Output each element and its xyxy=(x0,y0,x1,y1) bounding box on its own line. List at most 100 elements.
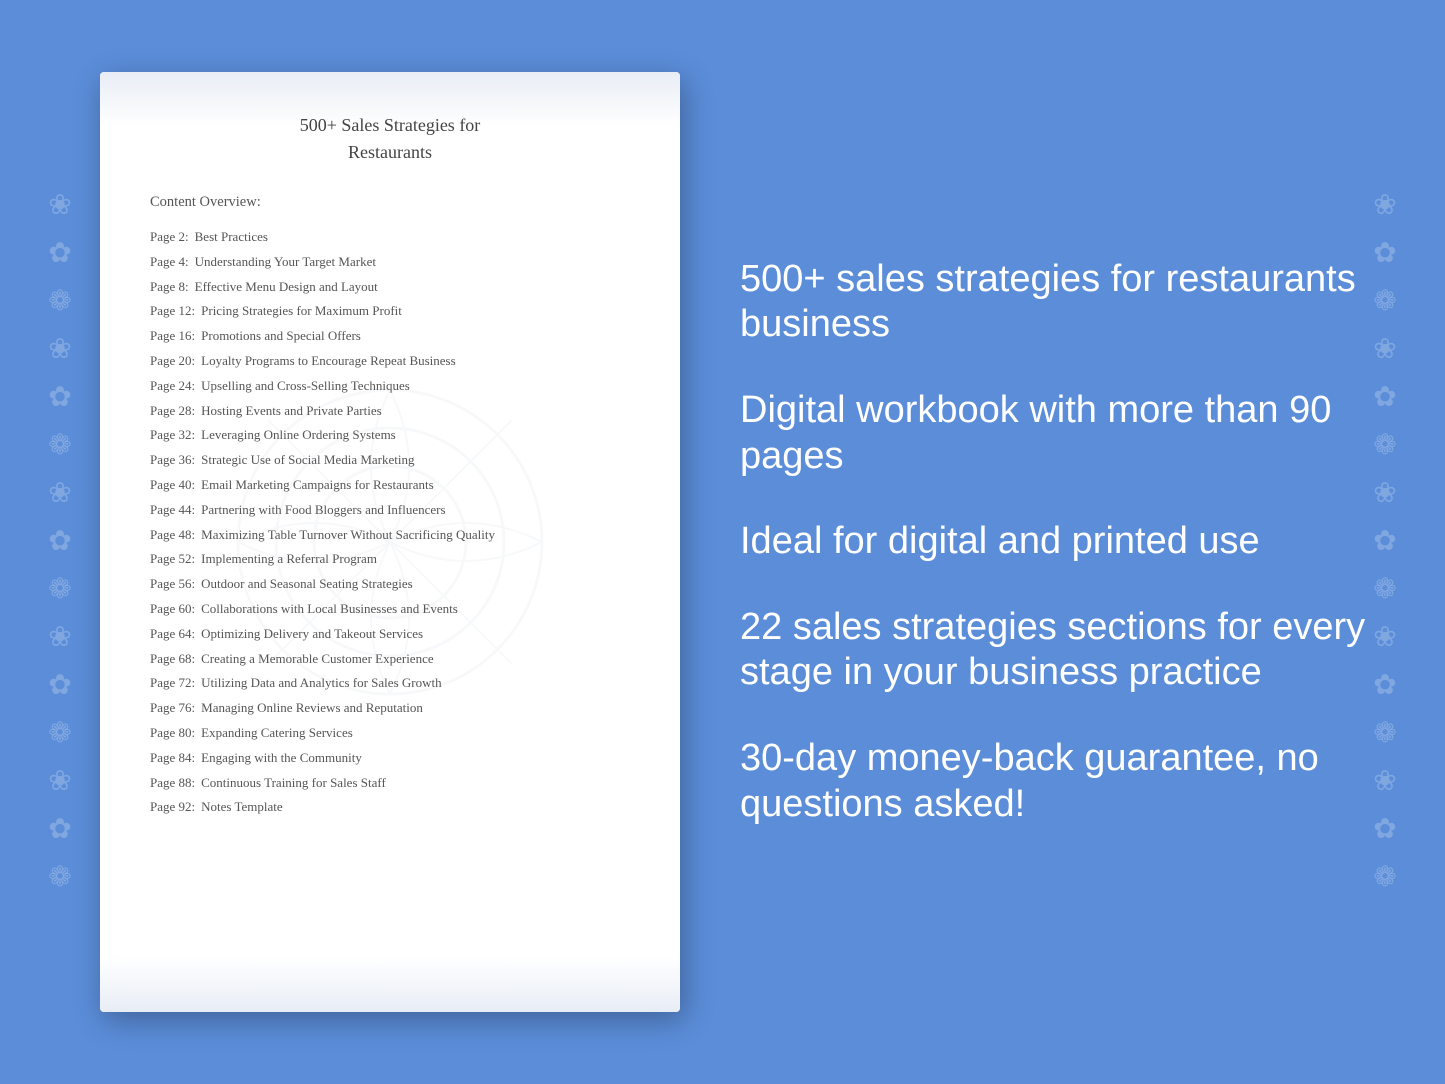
document-content: 500+ Sales Strategies for Restaurants Co… xyxy=(150,112,630,972)
toc-title: Expanding Catering Services xyxy=(201,725,353,740)
toc-title: Engaging with the Community xyxy=(201,750,362,765)
toc-page-number: Page 80: xyxy=(150,723,195,744)
toc-item: Page 64: Optimizing Delivery and Takeout … xyxy=(150,624,630,645)
floral-icon: ✿ xyxy=(48,528,71,556)
toc-item: Page 68: Creating a Memorable Customer Ex… xyxy=(150,649,630,670)
toc-page-number: Page 12: xyxy=(150,301,195,322)
toc-item: Page 88: Continuous Training for Sales St… xyxy=(150,773,630,794)
toc-page-number: Page 4: xyxy=(150,252,189,273)
floral-icon: ❁ xyxy=(48,576,71,604)
toc-item: Page 36: Strategic Use of Social Media Ma… xyxy=(150,450,630,471)
toc-page-number: Page 40: xyxy=(150,475,195,496)
toc-page-number: Page 8: xyxy=(150,277,189,298)
toc-item: Page 2: Best Practices xyxy=(150,227,630,248)
toc-title: Email Marketing Campaigns for Restaurant… xyxy=(201,477,434,492)
toc-item: Page 8: Effective Menu Design and Layout xyxy=(150,277,630,298)
floral-icon: ❀ xyxy=(48,768,71,796)
floral-icon: ❁ xyxy=(48,864,71,892)
floral-icon: ❀ xyxy=(48,480,71,508)
toc-heading: Content Overview: xyxy=(150,194,630,211)
feature-text-3: Ideal for digital and printed use xyxy=(740,519,1385,565)
feature-text-5: 30-day money-back guarantee, no question… xyxy=(740,736,1385,827)
toc-title: Maximizing Table Turnover Without Sacrif… xyxy=(201,527,495,542)
floral-icon: ❁ xyxy=(48,432,71,460)
toc-title: Managing Online Reviews and Reputation xyxy=(201,700,423,715)
toc-title: Hosting Events and Private Parties xyxy=(201,403,382,418)
toc-title: Utilizing Data and Analytics for Sales G… xyxy=(201,675,441,690)
toc-item: Page 16: Promotions and Special Offers xyxy=(150,326,630,347)
toc-page-number: Page 24: xyxy=(150,376,195,397)
toc-item: Page 72: Utilizing Data and Analytics for… xyxy=(150,673,630,694)
floral-icon: ✿ xyxy=(48,240,71,268)
toc-page-number: Page 72: xyxy=(150,673,195,694)
toc-title: Upselling and Cross-Selling Techniques xyxy=(201,378,410,393)
toc-page-number: Page 64: xyxy=(150,624,195,645)
toc-item: Page 60: Collaborations with Local Busine… xyxy=(150,599,630,620)
toc-title: Notes Template xyxy=(201,799,283,814)
toc-page-number: Page 52: xyxy=(150,549,195,570)
toc-title: Effective Menu Design and Layout xyxy=(195,279,378,294)
feature-text-2: Digital workbook with more than 90 pages xyxy=(740,388,1385,479)
toc-title: Leveraging Online Ordering Systems xyxy=(201,427,396,442)
toc-item: Page 84: Engaging with the Community xyxy=(150,748,630,769)
toc-title: Best Practices xyxy=(195,229,268,244)
toc-item: Page 92: Notes Template xyxy=(150,797,630,818)
toc-page-number: Page 16: xyxy=(150,326,195,347)
table-of-contents: Page 2: Best Practices Page 4: Understandin… xyxy=(150,227,630,818)
toc-page-number: Page 48: xyxy=(150,525,195,546)
document-preview: 500+ Sales Strategies for Restaurants Co… xyxy=(100,72,680,1012)
toc-item: Page 24: Upselling and Cross-Selling Tech… xyxy=(150,376,630,397)
floral-icon: ✿ xyxy=(48,672,71,700)
toc-title: Outdoor and Seasonal Seating Strategies xyxy=(201,576,413,591)
toc-item: Page 40: Email Marketing Campaigns for Re… xyxy=(150,475,630,496)
floral-icon: ❀ xyxy=(1373,192,1396,220)
feature-text-4: 22 sales strategies sections for every s… xyxy=(740,605,1385,696)
toc-title: Strategic Use of Social Media Marketing xyxy=(201,452,414,467)
toc-title: Pricing Strategies for Maximum Profit xyxy=(201,303,402,318)
toc-item: Page 52: Implementing a Referral Program xyxy=(150,549,630,570)
toc-title: Collaborations with Local Businesses and… xyxy=(201,601,458,616)
right-panel: 500+ sales strategies for restaurants bu… xyxy=(740,257,1445,827)
document-title: 500+ Sales Strategies for Restaurants xyxy=(150,112,630,166)
toc-title: Partnering with Food Bloggers and Influe… xyxy=(201,502,445,517)
toc-page-number: Page 36: xyxy=(150,450,195,471)
toc-page-number: Page 88: xyxy=(150,773,195,794)
toc-page-number: Page 84: xyxy=(150,748,195,769)
floral-icon: ✿ xyxy=(48,816,71,844)
floral-icon: ❁ xyxy=(1373,864,1396,892)
toc-page-number: Page 60: xyxy=(150,599,195,620)
toc-page-number: Page 56: xyxy=(150,574,195,595)
toc-item: Page 4: Understanding Your Target Market xyxy=(150,252,630,273)
toc-title: Loyalty Programs to Encourage Repeat Bus… xyxy=(201,353,456,368)
toc-item: Page 28: Hosting Events and Private Parti… xyxy=(150,401,630,422)
toc-page-number: Page 32: xyxy=(150,425,195,446)
toc-title: Implementing a Referral Program xyxy=(201,551,377,566)
toc-item: Page 32: Leveraging Online Ordering Syste… xyxy=(150,425,630,446)
floral-icon: ❁ xyxy=(48,720,71,748)
toc-page-number: Page 28: xyxy=(150,401,195,422)
toc-title: Continuous Training for Sales Staff xyxy=(201,775,386,790)
toc-item: Page 56: Outdoor and Seasonal Seating Str… xyxy=(150,574,630,595)
floral-icon: ✿ xyxy=(48,384,71,412)
toc-page-number: Page 20: xyxy=(150,351,195,372)
toc-item: Page 44: Partnering with Food Bloggers an… xyxy=(150,500,630,521)
toc-title: Understanding Your Target Market xyxy=(195,254,376,269)
toc-title: Promotions and Special Offers xyxy=(201,328,361,343)
floral-icon: ❁ xyxy=(48,288,71,316)
toc-item: Page 80: Expanding Catering Services xyxy=(150,723,630,744)
toc-item: Page 12: Pricing Strategies for Maximum P… xyxy=(150,301,630,322)
toc-item: Page 20: Loyalty Programs to Encourage Re… xyxy=(150,351,630,372)
toc-page-number: Page 2: xyxy=(150,227,189,248)
toc-title: Creating a Memorable Customer Experience xyxy=(201,651,433,666)
toc-page-number: Page 76: xyxy=(150,698,195,719)
feature-text-1: 500+ sales strategies for restaurants bu… xyxy=(740,257,1385,348)
floral-icon: ❀ xyxy=(48,624,71,652)
toc-item: Page 48: Maximizing Table Turnover Withou… xyxy=(150,525,630,546)
floral-icon: ❀ xyxy=(48,336,71,364)
toc-item: Page 76: Managing Online Reviews and Repu… xyxy=(150,698,630,719)
toc-title: Optimizing Delivery and Takeout Services xyxy=(201,626,423,641)
toc-page-number: Page 92: xyxy=(150,797,195,818)
toc-page-number: Page 68: xyxy=(150,649,195,670)
toc-page-number: Page 44: xyxy=(150,500,195,521)
floral-icon: ❀ xyxy=(48,192,71,220)
